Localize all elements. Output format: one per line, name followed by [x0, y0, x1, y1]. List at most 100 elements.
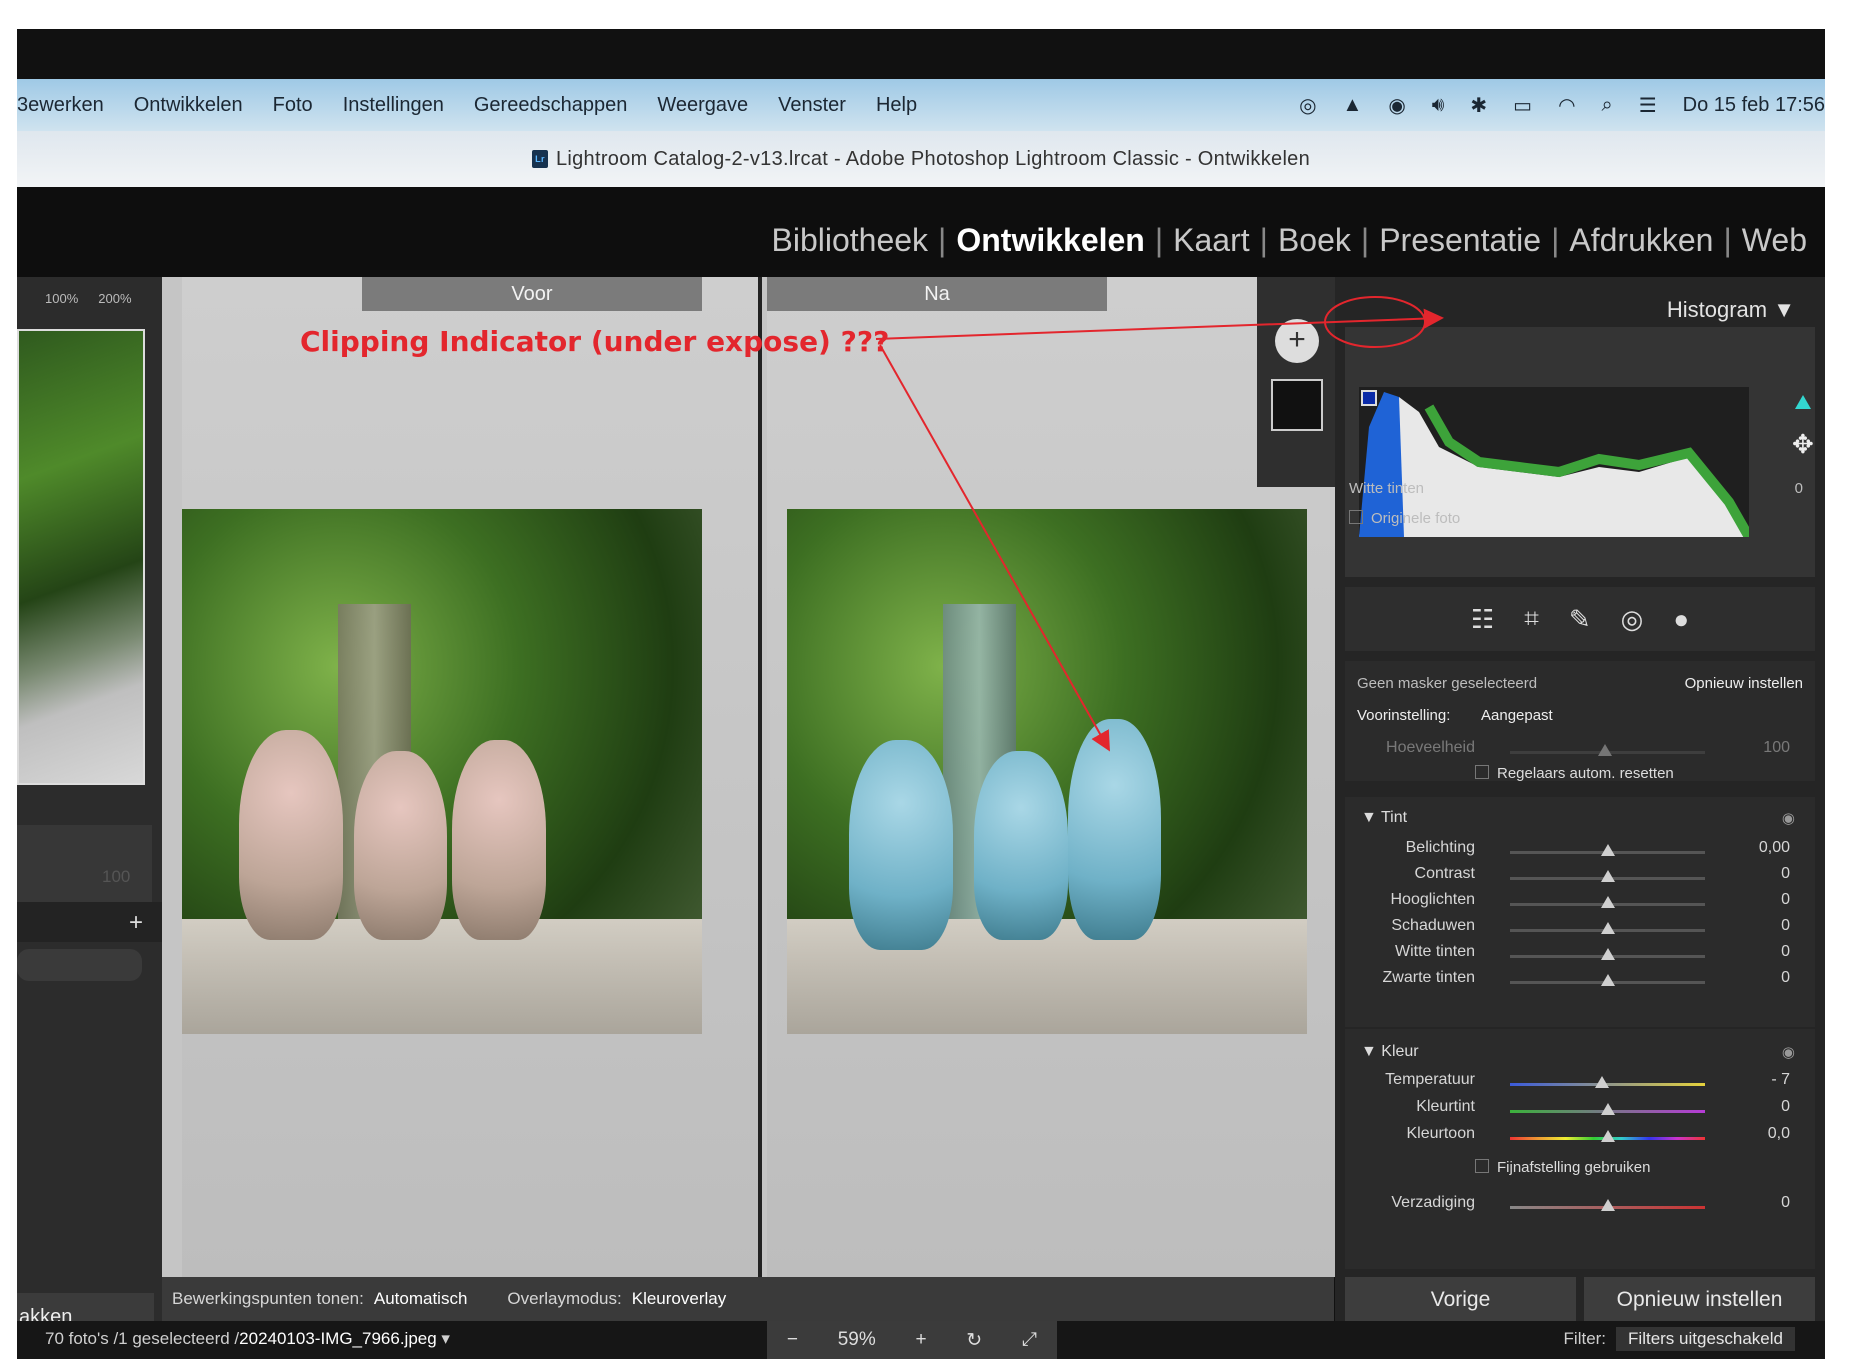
- slider-label: Belichting: [1405, 839, 1475, 856]
- highlight-clipping-indicator[interactable]: [1795, 395, 1811, 409]
- module-presentatie[interactable]: Presentatie: [1371, 222, 1549, 259]
- menu-edit[interactable]: 3ewerken: [17, 94, 104, 117]
- slider-label: Hooglichten: [1390, 891, 1476, 908]
- saturation-value: 0: [1781, 1194, 1790, 1211]
- histogram-readout-value: 0: [1794, 480, 1803, 497]
- left-panel: 100% 200% 100 + akken: [17, 277, 162, 1341]
- control-center-icon[interactable]: ☰: [1639, 93, 1657, 118]
- slider-value[interactable]: 0: [1781, 943, 1790, 961]
- rotate-icon[interactable]: ↻: [966, 1329, 982, 1352]
- edit-points-select[interactable]: Automatisch: [374, 1289, 468, 1309]
- menubar-clock[interactable]: Do 15 feb 17:56: [1683, 94, 1825, 117]
- menu-settings[interactable]: Instellingen: [343, 94, 444, 117]
- slider-thumb[interactable]: [1600, 922, 1615, 934]
- amount-slider-row: Hoeveelheid 100: [1345, 739, 1815, 765]
- crop-icon[interactable]: ⌗: [1524, 603, 1539, 635]
- filter-select[interactable]: Filters uitgeschakeld: [1616, 1327, 1795, 1351]
- current-filename[interactable]: 20240103-IMG_7966.jpeg: [239, 1329, 437, 1348]
- tint-visibility-icon[interactable]: ◉: [1782, 809, 1795, 827]
- slider-value[interactable]: 0: [1781, 969, 1790, 987]
- zoom-200[interactable]: 200%: [98, 291, 131, 306]
- develop-toolbar: Bewerkingspunten tonen: Automatisch Over…: [162, 1277, 1334, 1321]
- search-icon[interactable]: ⌕: [1602, 94, 1613, 117]
- module-web[interactable]: Web: [1734, 222, 1815, 259]
- menu-photo[interactable]: Foto: [273, 94, 313, 117]
- previous-button[interactable]: Vorige: [1345, 1277, 1576, 1323]
- slider-thumb[interactable]: [1600, 974, 1615, 986]
- fullscreen-icon[interactable]: ⤢: [1022, 1329, 1037, 1351]
- slider-thumb[interactable]: [1594, 1076, 1609, 1088]
- mask-reset-button[interactable]: Opnieuw instellen: [1685, 675, 1803, 692]
- volume-icon[interactable]: 🔊︎: [1432, 94, 1445, 117]
- slider-thumb[interactable]: [1600, 896, 1615, 908]
- slider-thumb[interactable]: [1600, 948, 1615, 960]
- after-photo[interactable]: [787, 509, 1307, 1034]
- module-boek[interactable]: Boek: [1270, 222, 1359, 259]
- left-panel-search-field[interactable]: [17, 949, 142, 981]
- zoom-out-button[interactable]: −: [787, 1329, 798, 1351]
- slider-value[interactable]: 0,00: [1759, 839, 1790, 857]
- kleur-visibility-icon[interactable]: ◉: [1782, 1043, 1795, 1061]
- battery-icon[interactable]: ▭: [1513, 93, 1532, 118]
- photo-count: 70 foto's /1 geselecteerd /: [45, 1329, 240, 1348]
- creative-cloud-icon[interactable]: ◎: [1299, 93, 1316, 118]
- menu-tools[interactable]: Gereedschappen: [474, 94, 627, 117]
- red-eye-icon[interactable]: ◎: [1621, 604, 1644, 635]
- add-mask-button[interactable]: +: [1275, 319, 1319, 363]
- play-icon[interactable]: ◉: [1388, 93, 1405, 118]
- module-afdrukken[interactable]: Afdrukken: [1561, 222, 1721, 259]
- slider-thumb[interactable]: [1600, 870, 1615, 882]
- fine-tune-checkbox[interactable]: Fijnafstelling gebruiken: [1475, 1159, 1650, 1176]
- slider-thumb[interactable]: [1600, 1103, 1615, 1115]
- bluetooth-icon[interactable]: ✱: [1470, 93, 1487, 118]
- slider-label: Kleurtint: [1416, 1098, 1475, 1115]
- module-ontwikkelen[interactable]: Ontwikkelen: [948, 222, 1153, 259]
- tint-header[interactable]: ▼ Tint: [1361, 809, 1407, 827]
- zoom-in-button[interactable]: +: [915, 1329, 926, 1351]
- right-panel: Histogram ▼ ✥ Witte tinten 0 Originele f…: [1335, 277, 1825, 1359]
- zoom-level[interactable]: 59%: [838, 1329, 876, 1351]
- slider-value[interactable]: 0: [1781, 917, 1790, 935]
- before-photo[interactable]: [182, 509, 702, 1034]
- menu-help[interactable]: Help: [876, 94, 917, 117]
- module-bibliotheek[interactable]: Bibliotheek: [763, 222, 936, 259]
- kleur-header[interactable]: ▼ Kleur: [1361, 1043, 1419, 1061]
- add-preset-button[interactable]: +: [129, 909, 143, 937]
- saturation-thumb[interactable]: [1600, 1199, 1615, 1211]
- zoom-100[interactable]: 100%: [45, 291, 78, 306]
- histogram-header[interactable]: Histogram ▼: [1667, 297, 1795, 323]
- slider-value[interactable]: - 7: [1771, 1071, 1790, 1089]
- navigator-thumbnail[interactable]: [17, 329, 145, 785]
- drive-icon[interactable]: ▲: [1343, 94, 1363, 117]
- move-icon[interactable]: ✥: [1792, 429, 1814, 460]
- slider-value[interactable]: 0: [1781, 1098, 1790, 1116]
- preset-select[interactable]: Aangepast: [1481, 707, 1553, 724]
- healing-icon[interactable]: ✎: [1569, 604, 1591, 635]
- slider-row-witte-tinten: Witte tinten 0: [1345, 943, 1815, 969]
- menu-view[interactable]: Weergave: [657, 94, 748, 117]
- preset-label: Voorinstelling:: [1357, 707, 1451, 724]
- menu-window[interactable]: Venster: [778, 94, 846, 117]
- slider-label: Witte tinten: [1394, 943, 1475, 960]
- menu-develop[interactable]: Ontwikkelen: [134, 94, 243, 117]
- shadow-clipping-indicator[interactable]: [1361, 390, 1377, 406]
- masking-icon[interactable]: ●: [1673, 604, 1689, 635]
- edit-sliders-icon[interactable]: ☷: [1471, 604, 1494, 635]
- mask-thumbnail[interactable]: [1271, 379, 1323, 431]
- slider-thumb[interactable]: [1600, 844, 1615, 856]
- no-mask-label: Geen masker geselecteerd: [1357, 675, 1538, 692]
- checkbox-icon: [1475, 765, 1489, 779]
- wifi-icon[interactable]: ◠: [1558, 93, 1575, 118]
- slider-value[interactable]: 0: [1781, 865, 1790, 883]
- slider-label: Contrast: [1414, 865, 1475, 882]
- auto-reset-checkbox[interactable]: Regelaars autom. resetten: [1475, 765, 1674, 782]
- reset-button[interactable]: Opnieuw instellen: [1584, 1277, 1815, 1323]
- amount-thumb[interactable]: [1598, 744, 1612, 756]
- before-pane: Voor: [182, 277, 762, 1277]
- slider-thumb[interactable]: [1600, 1130, 1615, 1142]
- slider-value[interactable]: 0: [1781, 891, 1790, 909]
- original-photo-checkbox[interactable]: Originele foto: [1349, 510, 1460, 527]
- slider-value[interactable]: 0,0: [1768, 1125, 1790, 1143]
- module-kaart[interactable]: Kaart: [1165, 222, 1257, 259]
- overlay-mode-select[interactable]: Kleuroverlay: [632, 1289, 727, 1309]
